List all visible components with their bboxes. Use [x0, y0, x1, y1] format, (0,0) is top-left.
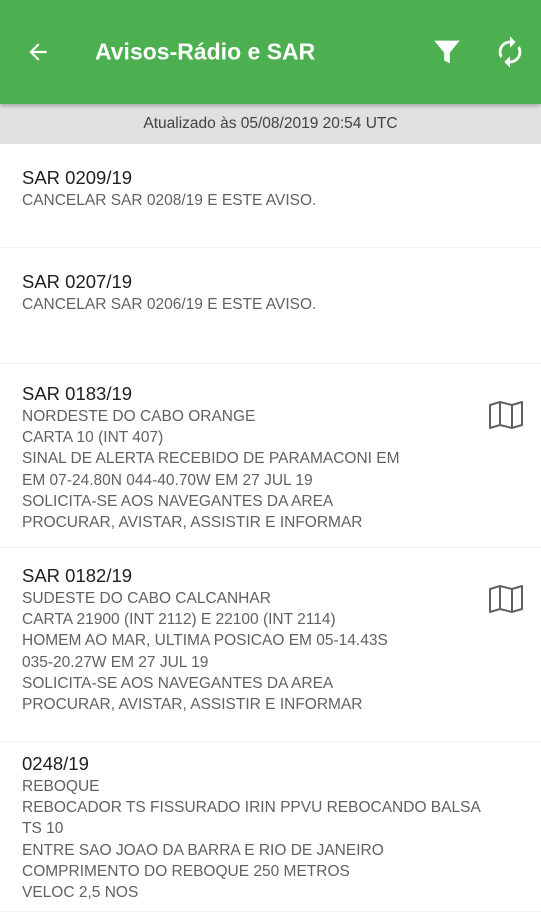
- notice-text-line: REBOQUE: [22, 778, 100, 795]
- notice-text-line: SUDESTE DO CABO CALCANHAR: [22, 590, 271, 607]
- notice-text-line: ENTRE SAO JOAO DA BARRA E RIO DE JANEIRO: [22, 841, 384, 859]
- notice-text-line: 035-20.27W EM 27 JUL 19: [22, 653, 209, 671]
- notice-text-line: PROCURAR, AVISTAR, ASSISTIR E INFORMAR: [22, 514, 363, 532]
- notice-text-line: COMPRIMENTO DO REBOQUE 250 METROS: [22, 862, 350, 880]
- notice-item[interactable]: SAR 0207/19 CANCELAR SAR 0206/19 E ESTE A…: [0, 248, 541, 364]
- map-icon: [489, 401, 523, 429]
- notice-text-line: SINAL DE ALERTA RECEBIDO DE PARAMACONI E…: [22, 450, 400, 468]
- map-icon: [489, 585, 523, 613]
- notice-text-line: EM 07-24.80N 044-40.70W EM 27 JUL 19: [22, 471, 313, 489]
- notice-item[interactable]: SAR 0209/19 CANCELAR SAR 0208/19 E ESTE A…: [0, 144, 541, 248]
- filter-icon: [434, 40, 460, 64]
- notice-code: SAR 0209/19: [22, 167, 133, 188]
- last-updated-text: Atualizado às 05/08/2019 20:54 UTC: [143, 115, 398, 132]
- map-button[interactable]: [487, 400, 525, 430]
- notice-text-line: CARTA 10 (INT 407): [22, 429, 164, 447]
- notice-item[interactable]: SAR 0182/19 SUDESTE DO CABO CALCANHAR CART…: [0, 548, 541, 742]
- arrow-left-icon: [29, 43, 47, 61]
- back-button[interactable]: [20, 34, 56, 70]
- map-button[interactable]: [487, 584, 525, 614]
- notice-text-line: NORDESTE DO CABO ORANGE: [22, 408, 256, 425]
- notice-code: SAR 0182/19: [22, 565, 133, 586]
- notice-item[interactable]: SAR 0183/19 NORDESTE DO CABO ORANGE CARTA …: [0, 364, 541, 548]
- filter-button[interactable]: [427, 32, 467, 72]
- notice-text-line: VELOC 2,5 NOS: [22, 884, 139, 902]
- notice-list: SAR 0209/19 CANCELAR SAR 0208/19 E ESTE A…: [0, 144, 541, 912]
- refresh-icon: [498, 36, 522, 68]
- last-updated-bar: Atualizado às 05/08/2019 20:54 UTC: [0, 104, 541, 144]
- notice-text-line: SOLICITA-SE AOS NAVEGANTES DA AREA: [22, 492, 334, 510]
- notice-text-line: SOLICITA-SE AOS NAVEGANTES DA AREA: [22, 674, 334, 692]
- notice-code: SAR 0183/19: [22, 383, 133, 404]
- notice-text-line: CANCELAR SAR 0206/19 E ESTE AVISO.: [22, 296, 317, 313]
- app-bar: Avisos-Rádio e SAR: [0, 0, 541, 104]
- notice-text-line: CARTA 21900 (INT 2112) E 22100 (INT 2114…: [22, 611, 336, 629]
- notice-text-line: CANCELAR SAR 0208/19 E ESTE AVISO.: [22, 192, 317, 209]
- notice-item[interactable]: 0248/19 REBOQUE REBOCADOR TS FISSURADO IRI…: [0, 742, 541, 912]
- notice-code: 0248/19: [22, 753, 89, 774]
- notice-text-line: PROCURAR, AVISTAR, ASSISTIR E INFORMAR: [22, 696, 363, 714]
- page-title: Avisos-Rádio e SAR: [95, 38, 316, 65]
- notice-code: SAR 0207/19: [22, 271, 133, 292]
- notice-text-line: TS 10: [22, 820, 64, 838]
- notice-text-line: REBOCADOR TS FISSURADO IRIN PPVU REBOCAN…: [22, 799, 481, 817]
- refresh-button[interactable]: [490, 32, 530, 72]
- notice-text-line: HOMEM AO MAR, ULTIMA POSICAO EM 05-14.43…: [22, 632, 388, 650]
